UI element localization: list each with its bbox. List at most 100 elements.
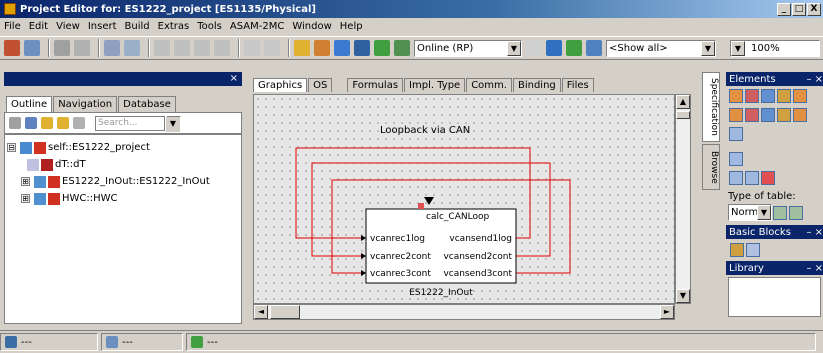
download-icon[interactable] <box>354 40 370 56</box>
element-esdl-icon[interactable] <box>793 89 807 103</box>
connect-icon[interactable] <box>526 40 542 56</box>
menu-view[interactable]: View <box>56 21 80 32</box>
scroll-thumb[interactable] <box>270 305 300 319</box>
output-port-3[interactable]: vcansend3cont <box>443 269 512 279</box>
collapse-toggle[interactable]: ⊟ <box>7 143 16 152</box>
output-port-2[interactable]: vcansend2cont <box>443 252 512 262</box>
scroll-down-button[interactable]: ▼ <box>676 289 690 303</box>
sort-icon[interactable] <box>25 117 37 129</box>
zoom-select[interactable]: ▼ 100% <box>730 39 820 57</box>
element-state-icon[interactable] <box>745 108 759 122</box>
properties-icon[interactable] <box>104 40 120 56</box>
basic-block-icon[interactable] <box>730 243 744 257</box>
experiment-icon[interactable] <box>334 40 350 56</box>
tab-navigation[interactable]: Navigation <box>53 96 118 112</box>
tab-graphics[interactable]: Graphics <box>253 78 308 92</box>
element-c-code-icon[interactable] <box>777 108 791 122</box>
chevron-down-icon[interactable]: ▼ <box>701 40 715 56</box>
menu-build[interactable]: Build <box>125 21 150 32</box>
mode-select[interactable]: Online (RP) ▼ <box>414 39 522 57</box>
menu-tools[interactable]: Tools <box>197 21 222 32</box>
chevron-down-icon[interactable]: ▼ <box>507 40 521 56</box>
print-icon[interactable] <box>74 40 90 56</box>
tab-database[interactable]: Database <box>118 96 176 112</box>
chevron-down-icon[interactable]: ▼ <box>166 116 180 132</box>
filter-icon[interactable] <box>586 40 602 56</box>
scroll-left-button[interactable]: ◄ <box>254 305 268 319</box>
monitor-icon[interactable] <box>546 40 562 56</box>
table-1d-icon[interactable] <box>773 205 787 220</box>
library-controls[interactable]: – × <box>806 263 823 274</box>
vertical-scrollbar[interactable]: ▲ ▼ <box>675 94 691 304</box>
element-connector-icon[interactable] <box>729 127 743 141</box>
tree-item-es1222-inout[interactable]: ⊞ ES1222_InOut::ES1222_InOut <box>7 173 239 190</box>
output-port-1[interactable]: vcansend1log <box>449 234 512 244</box>
table-type-select[interactable]: Normal ▼ <box>728 204 772 221</box>
menu-window[interactable]: Window <box>292 21 331 32</box>
expand-toggle[interactable]: ⊞ <box>21 194 30 203</box>
diagram-canvas[interactable]: Loopback via CAN calc_CANLoop vcanrec1lo… <box>253 94 675 304</box>
element-block-icon[interactable] <box>729 108 743 122</box>
expand-icon[interactable] <box>57 117 69 129</box>
tab-browse[interactable]: Browse <box>702 144 720 190</box>
element-c-code-icon[interactable] <box>777 89 791 103</box>
minimize-button[interactable]: _ <box>777 2 791 16</box>
binoculars-icon[interactable] <box>73 117 85 129</box>
close-button[interactable]: X <box>807 2 821 16</box>
tab-os[interactable]: OS <box>308 78 333 92</box>
undo-icon[interactable] <box>244 40 260 56</box>
collapse-icon[interactable] <box>41 117 53 129</box>
online-icon[interactable] <box>374 40 390 56</box>
maximize-button[interactable]: □ <box>792 2 806 16</box>
menu-file[interactable]: File <box>4 21 21 32</box>
filter-select[interactable]: <Show all> ▼ <box>606 39 716 57</box>
copy-icon[interactable] <box>174 40 190 56</box>
input-port-1[interactable]: vcanrec1log <box>370 234 425 244</box>
element-state-icon[interactable] <box>745 89 759 103</box>
element-block-icon[interactable] <box>729 89 743 103</box>
library-list[interactable] <box>728 277 821 317</box>
tree-item-project[interactable]: ⊟ self::ES1222_project <box>7 139 239 156</box>
elements-panel-controls[interactable]: – × <box>806 74 823 85</box>
menu-asam-2mc[interactable]: ASAM-2MC <box>230 21 284 32</box>
save-icon[interactable] <box>54 40 70 56</box>
element-uml-icon[interactable] <box>761 89 775 103</box>
redo-icon[interactable] <box>264 40 280 56</box>
scroll-right-button[interactable]: ► <box>660 305 674 319</box>
search-dropdown[interactable]: ▼ <box>166 115 181 132</box>
menu-edit[interactable]: Edit <box>29 21 48 32</box>
horizontal-scrollbar[interactable]: ◄ ► <box>253 304 675 320</box>
element-table-icon[interactable] <box>745 171 759 185</box>
tab-files[interactable]: Files <box>561 78 594 92</box>
tab-impl-type[interactable]: Impl. Type <box>404 78 466 92</box>
element-port-icon[interactable] <box>729 171 743 185</box>
paste-icon[interactable] <box>194 40 210 56</box>
build-all-icon[interactable] <box>314 40 330 56</box>
basic-block-alt-icon[interactable] <box>746 243 760 257</box>
expand-toggle[interactable]: ⊞ <box>21 177 30 186</box>
scroll-thumb[interactable] <box>676 111 690 119</box>
process-label[interactable]: calc_CANLoop <box>426 212 489 222</box>
menu-help[interactable]: Help <box>340 21 363 32</box>
element-array-icon[interactable] <box>761 171 775 185</box>
chevron-down-icon[interactable]: ▼ <box>757 205 771 220</box>
delete-icon[interactable] <box>214 40 230 56</box>
menu-insert[interactable]: Insert <box>88 21 117 32</box>
tab-specification[interactable]: Specification <box>702 72 720 142</box>
filter-icon[interactable] <box>9 117 21 129</box>
hierarchy-icon[interactable] <box>24 40 40 56</box>
tab-comm[interactable]: Comm. <box>466 78 512 92</box>
panel-close-icon[interactable]: × <box>230 73 238 84</box>
offline-icon[interactable] <box>394 40 410 56</box>
tab-outline[interactable]: Outline <box>6 96 53 112</box>
basic-blocks-controls[interactable]: – × <box>806 227 823 238</box>
tab-formulas[interactable]: Formulas <box>347 78 404 92</box>
tab-binding[interactable]: Binding <box>512 78 561 92</box>
input-port-3[interactable]: vcanrec3cont <box>370 269 431 279</box>
search-input[interactable]: Search... <box>95 115 165 131</box>
tree-item-hwc[interactable]: ⊞ HWC::HWC <box>7 190 239 207</box>
element-message-icon[interactable] <box>729 152 743 166</box>
tree-item-dt[interactable]: dT::dT <box>7 156 239 173</box>
element-uml-icon[interactable] <box>761 108 775 122</box>
chevron-down-icon[interactable]: ▼ <box>731 40 745 56</box>
